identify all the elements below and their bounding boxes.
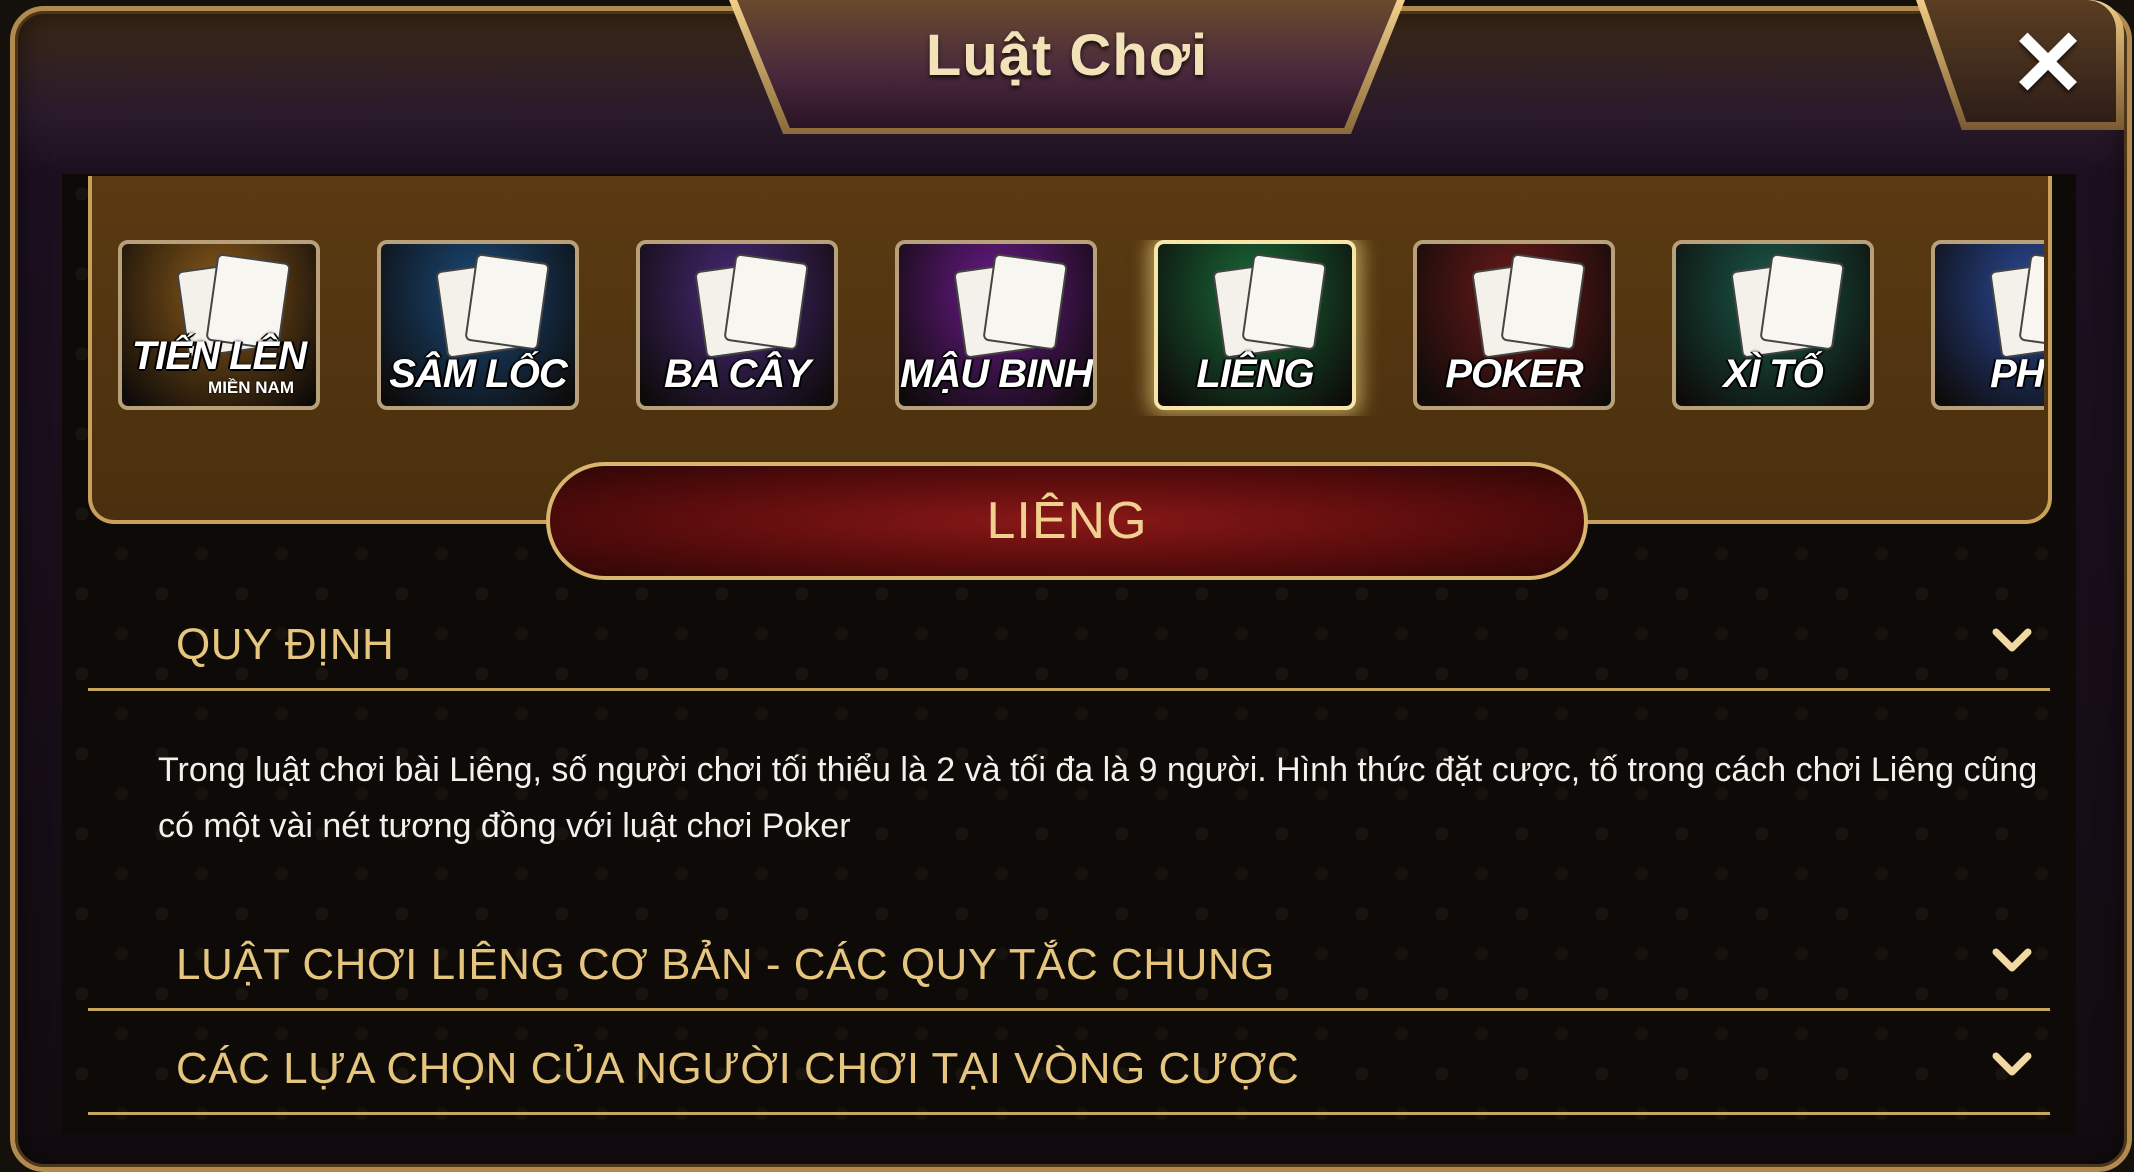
cards-icon — [694, 261, 780, 359]
game-tile[interactable]: SÂM LỐC — [377, 240, 579, 410]
section-title: LUẬT CHƠI LIÊNG CƠ BẢN - CÁC QUY TẮC CHU… — [176, 940, 1275, 989]
cards-icon — [1989, 261, 2044, 359]
game-tile[interactable]: MẬU BINH — [895, 240, 1097, 410]
cards-icon — [435, 261, 521, 359]
selected-game-title: LIÊNG — [986, 492, 1148, 550]
section-luat-choi-co-ban[interactable]: LUẬT CHƠI LIÊNG CƠ BẢN - CÁC QUY TẮC CHU… — [88, 928, 2050, 1011]
game-tile-label: MẬU BINH — [900, 352, 1093, 396]
chevron-down-icon — [1992, 1052, 2032, 1076]
game-tile[interactable]: LIÊNG — [1154, 240, 1356, 410]
chevron-down-icon — [1992, 628, 2032, 652]
chevron-down-icon — [1992, 948, 2032, 972]
selected-game-banner: LIÊNG — [546, 462, 1588, 580]
game-tile-label: POKER — [1445, 352, 1583, 396]
game-tile-label: PHỎ — [1990, 352, 2044, 396]
section-content: Trong luật chơi bài Liêng, số người chơi… — [158, 751, 2038, 845]
game-selector-row[interactable]: TIẾN LÊN MIỀN NAM SÂM LỐC BA CÂY MẬU BINH LIÊ… — [118, 240, 2044, 416]
game-tile-label: BA CÂY — [664, 352, 811, 396]
game-tile[interactable]: BA CÂY — [636, 240, 838, 410]
section-quy-dinh[interactable]: QUY ĐỊNH — [88, 608, 2050, 691]
game-tile-label: TIẾN LÊN — [131, 334, 307, 378]
game-tile-sublabel: MIỀN NAM — [208, 378, 294, 397]
game-tile[interactable]: POKER — [1413, 240, 1615, 410]
section-title: CÁC LỰA CHỌN CỦA NGƯỜI CHƠI TẠI VÒNG CƯỢ… — [176, 1044, 1300, 1093]
section-lua-chon-vong-cuoc[interactable]: CÁC LỰA CHỌN CỦA NGƯỜI CHƠI TẠI VÒNG CƯỢ… — [88, 1032, 2050, 1115]
game-tile[interactable]: XÌ TỐ — [1672, 240, 1874, 410]
cards-icon — [1212, 261, 1298, 359]
game-tile-label: LIÊNG — [1196, 352, 1314, 396]
cards-icon — [1471, 261, 1557, 359]
game-tile[interactable]: TIẾN LÊN MIỀN NAM — [118, 240, 320, 410]
close-icon: ✕ — [2009, 13, 2087, 115]
cards-icon — [1730, 261, 1816, 359]
dialog-title: Luật Chơi — [925, 23, 1209, 88]
game-tile-label: SÂM LỐC — [389, 352, 567, 396]
game-tile[interactable]: PHỎ — [1931, 240, 2044, 410]
game-tile-label: XÌ TỐ — [1723, 352, 1823, 396]
cards-icon — [953, 261, 1039, 359]
close-button[interactable]: ✕ — [2000, 18, 2096, 110]
section-title: QUY ĐỊNH — [176, 620, 395, 669]
